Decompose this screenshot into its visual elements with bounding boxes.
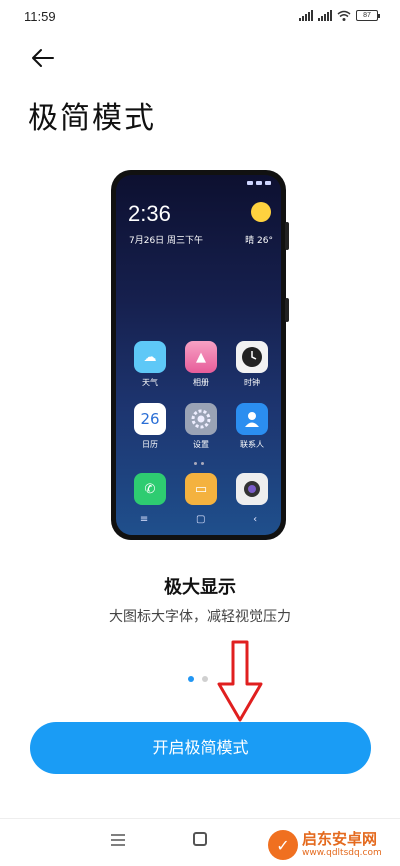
gallery-icon: ▲ [185,341,217,373]
status-bar: 11:59 87 [0,0,400,36]
page-title: 极简模式 [28,101,156,136]
app-notes: ▭ [183,473,219,505]
app-label: 时钟 [244,378,260,387]
back-icon: ‹ [253,514,258,525]
app-label: 设置 [193,440,209,449]
feature-subtitle: 大图标大字体，减轻视觉压力 [109,609,291,625]
mini-page-dots [193,462,204,465]
watermark: ✓ 启东安卓网 www.qdltsdq.com [268,826,398,864]
clock-icon [236,341,268,373]
phone-screen: 2:36 7月26日 周三下午 晴 26° ☁ 天气 ▲ 相册 时钟 26 日历 [116,175,281,535]
watermark-name: 启东安卓网 [302,830,378,848]
phone-illustration: 2:36 7月26日 周三下午 晴 26° ☁ 天气 ▲ 相册 时钟 26 日历 [111,170,289,540]
home-icon: ▢ [195,514,206,525]
app-gallery: ▲ 相册 [183,341,219,388]
annotation-arrow-icon [217,640,263,722]
arrow-left-icon [32,49,54,67]
watermark-text: 启东安卓网 www.qdltsdq.com [302,831,382,859]
camera-icon [236,473,268,505]
feature-title: 极大显示 [164,577,236,598]
page-dot-active[interactable] [188,676,194,682]
phone-side-button [285,298,289,322]
app-contacts: 联系人 [234,403,270,450]
page-indicator [188,676,208,682]
mini-status-icons [247,181,271,185]
app-calendar: 26 日历 [132,403,168,450]
menu-icon: ≡ [139,514,149,525]
calendar-icon: 26 [134,403,166,435]
app-label: 日历 [142,440,158,449]
enable-minimal-mode-button[interactable]: 开启极简模式 [30,722,371,774]
mini-date: 7月26日 周三下午 [129,236,204,246]
app-phone: ✆ [132,473,168,505]
weather-icon: ☁ [134,341,166,373]
sun-icon [251,202,271,222]
home-icon[interactable] [193,832,207,846]
signal-icon [318,10,332,21]
app-label: 联系人 [240,440,264,449]
phone-icon: ✆ [134,473,166,505]
app-settings: 设置 [183,403,219,450]
status-icons: 87 [299,10,380,21]
app-camera [234,473,270,505]
battery-icon: 87 [356,10,380,21]
signal-icon [299,10,313,21]
app-label: 相册 [193,378,209,387]
back-button[interactable] [28,44,58,72]
page-dot[interactable] [202,676,208,682]
status-time: 11:59 [24,9,56,24]
menu-icon[interactable] [110,833,126,847]
phone-side-button [285,222,289,250]
contacts-icon [236,403,268,435]
mini-clock-time: 2:36 [128,201,171,226]
app-weather: ☁ 天气 [132,341,168,388]
watermark-logo-icon: ✓ [268,830,298,860]
watermark-url: www.qdltsdq.com [302,848,382,858]
mini-nav-bar: ≡ ▢ ‹ [116,514,281,525]
app-clock: 时钟 [234,341,270,388]
settings-icon [185,403,217,435]
mini-weather: 晴 26° [245,236,273,246]
wifi-icon [337,10,351,21]
app-label: 天气 [142,378,158,387]
notes-icon: ▭ [185,473,217,505]
